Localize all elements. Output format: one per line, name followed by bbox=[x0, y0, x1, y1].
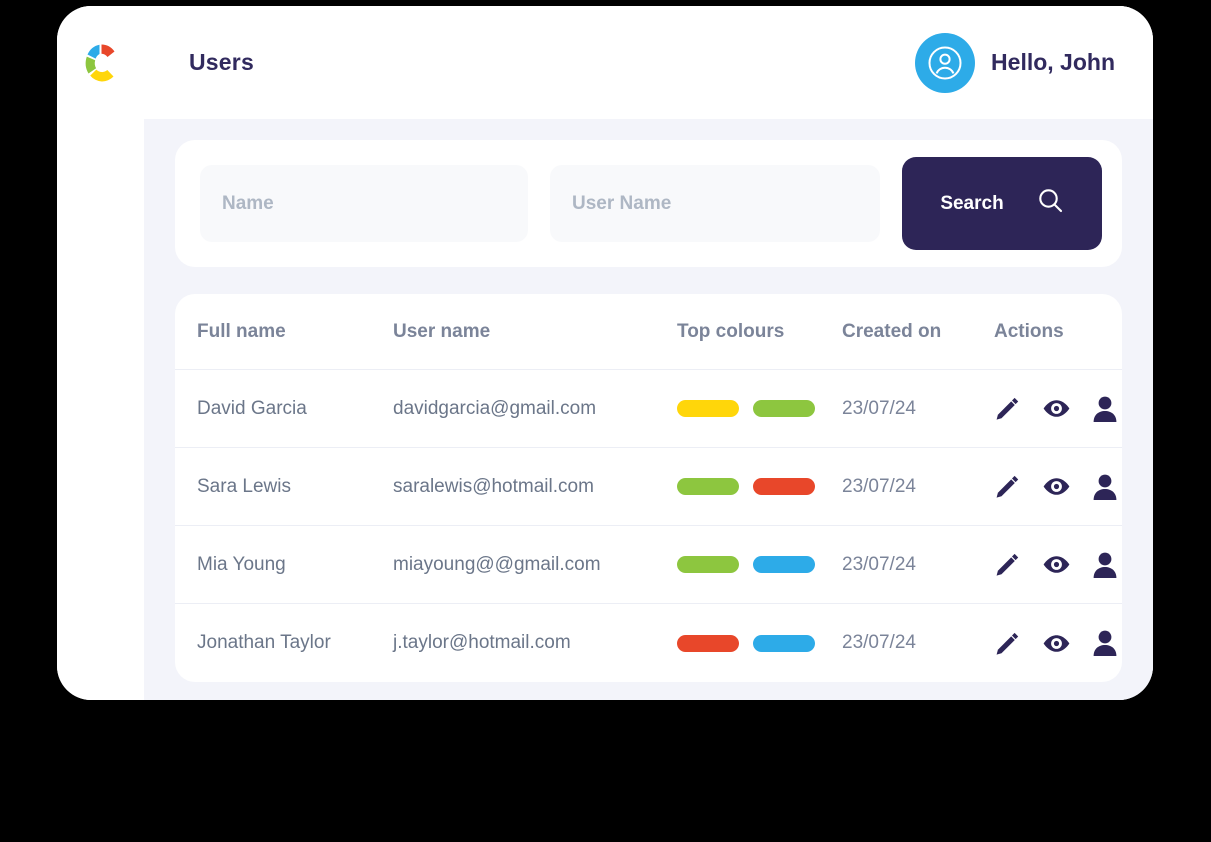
table-body: David Garcia davidgarcia@gmail.com 23/07/2… bbox=[175, 370, 1122, 682]
table-row: Jonathan Taylor j.taylor@hotmail.com 23/07… bbox=[175, 604, 1122, 682]
username-input[interactable] bbox=[550, 165, 880, 242]
cell-top-colours bbox=[677, 556, 842, 573]
table-row: Mia Young miayoung@@gmail.com 23/07/24 bbox=[175, 526, 1122, 604]
person-profile-icon[interactable] bbox=[1092, 551, 1118, 579]
cosmos-c-logo-icon[interactable] bbox=[83, 42, 119, 84]
cell-full-name: Mia Young bbox=[197, 553, 286, 575]
magnifier-icon bbox=[1037, 187, 1064, 220]
app-window: Users Hello, John Search bbox=[57, 6, 1153, 700]
pencil-edit-icon[interactable] bbox=[994, 551, 1021, 578]
colour-pill-2 bbox=[753, 478, 815, 495]
page-title: Users bbox=[189, 49, 254, 75]
search-button-label: Search bbox=[940, 192, 1004, 214]
user-avatar-icon[interactable] bbox=[915, 32, 976, 93]
cell-created-on: 23/07/24 bbox=[842, 632, 916, 653]
column-header-user-name: User name bbox=[393, 320, 491, 342]
colour-pill-1 bbox=[677, 400, 739, 417]
table-header-row: Full name User name Top colours Created … bbox=[175, 294, 1122, 370]
cell-user-name: saralewis@hotmail.com bbox=[393, 475, 594, 497]
cell-created-on: 23/07/24 bbox=[842, 397, 916, 419]
cell-actions bbox=[994, 473, 1118, 501]
column-header-actions: Actions bbox=[994, 320, 1064, 342]
person-profile-icon[interactable] bbox=[1092, 473, 1118, 501]
column-header-top-colours: Top colours bbox=[677, 320, 785, 342]
person-profile-icon[interactable] bbox=[1092, 629, 1118, 657]
eye-view-icon[interactable] bbox=[1042, 630, 1071, 657]
cell-user-name: davidgarcia@gmail.com bbox=[393, 397, 597, 419]
search-panel: Search bbox=[175, 140, 1122, 267]
cell-full-name: Sara Lewis bbox=[197, 475, 291, 497]
greeting-text: Hello, John bbox=[991, 49, 1115, 75]
eye-view-icon[interactable] bbox=[1042, 551, 1071, 578]
cell-user-name: miayoung@@gmail.com bbox=[393, 553, 601, 575]
cell-full-name: Jonathan Taylor bbox=[197, 632, 331, 653]
content-area: Search Full name User name Top colours C… bbox=[144, 119, 1153, 700]
cell-full-name: David Garcia bbox=[197, 397, 307, 419]
colour-pill-1 bbox=[677, 634, 739, 652]
name-input[interactable] bbox=[200, 165, 528, 242]
cell-top-colours bbox=[677, 400, 842, 417]
cell-actions bbox=[994, 551, 1118, 579]
colour-pill-2 bbox=[753, 556, 815, 573]
column-header-created-on: Created on bbox=[842, 320, 942, 342]
table-row: David Garcia davidgarcia@gmail.com 23/07/2… bbox=[175, 370, 1122, 448]
person-profile-icon[interactable] bbox=[1092, 395, 1118, 423]
colour-pill-1 bbox=[677, 556, 739, 573]
pencil-edit-icon[interactable] bbox=[994, 630, 1021, 657]
main-column: Users Hello, John Search bbox=[144, 6, 1153, 700]
cell-actions bbox=[994, 629, 1118, 657]
cell-top-colours bbox=[677, 634, 842, 652]
colour-pill-1 bbox=[677, 478, 739, 495]
pencil-edit-icon[interactable] bbox=[994, 473, 1021, 500]
sidebar bbox=[57, 6, 144, 700]
table-row: Sara Lewis saralewis@hotmail.com 23/07/24 bbox=[175, 448, 1122, 526]
cell-created-on: 23/07/24 bbox=[842, 475, 916, 497]
colour-pill-2 bbox=[753, 634, 815, 652]
search-button[interactable]: Search bbox=[902, 157, 1102, 250]
cell-top-colours bbox=[677, 478, 842, 495]
user-account-area[interactable]: Hello, John bbox=[915, 32, 1115, 93]
column-header-full-name: Full name bbox=[197, 320, 286, 342]
eye-view-icon[interactable] bbox=[1042, 473, 1071, 500]
pencil-edit-icon[interactable] bbox=[994, 395, 1021, 422]
top-header-bar: Users Hello, John bbox=[144, 6, 1153, 119]
cell-created-on: 23/07/24 bbox=[842, 553, 916, 575]
cell-user-name: j.taylor@hotmail.com bbox=[393, 632, 571, 653]
cell-actions bbox=[994, 395, 1118, 423]
colour-pill-2 bbox=[753, 400, 815, 417]
eye-view-icon[interactable] bbox=[1042, 395, 1071, 422]
users-table: Full name User name Top colours Created … bbox=[175, 294, 1122, 682]
